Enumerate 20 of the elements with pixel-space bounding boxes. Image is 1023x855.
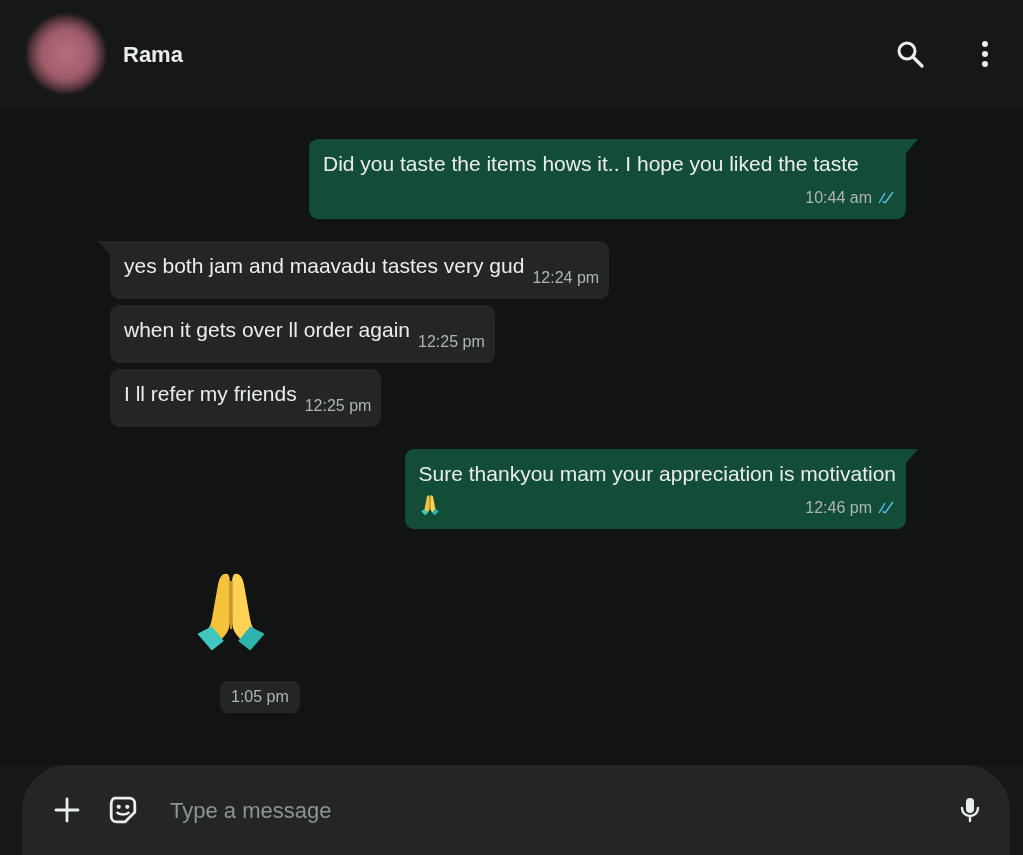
message-time: 1:05 pm xyxy=(220,681,300,713)
message-time: 10:44 am xyxy=(805,188,872,208)
avatar[interactable] xyxy=(27,15,105,93)
message-text: I ll refer my friends xyxy=(124,382,297,405)
contact-name[interactable]: Rama xyxy=(123,37,183,71)
menu-icon xyxy=(981,40,989,68)
message-time: 12:25 pm xyxy=(418,332,485,352)
message-input[interactable]: Type a message xyxy=(162,787,934,833)
message-time: 12:25 pm xyxy=(304,396,372,416)
message-text: when it gets over ll order again xyxy=(124,318,410,341)
microphone-icon xyxy=(958,795,982,825)
sticker-icon xyxy=(108,795,138,825)
message-composer[interactable]: Type a message xyxy=(22,765,1010,855)
message-time: 12:46 pm xyxy=(805,498,872,518)
message-text: Did you taste the items hows it.. I hope you liked the taste xyxy=(323,152,859,175)
search-icon xyxy=(895,39,925,69)
message-text: yes both jam and maavadu tastes very gud xyxy=(124,254,525,277)
plus-icon xyxy=(54,797,80,823)
message-text: Sure thankyou mam your appreciation is motivation xyxy=(418,462,896,485)
message-time: 12:24 pm xyxy=(532,268,600,288)
